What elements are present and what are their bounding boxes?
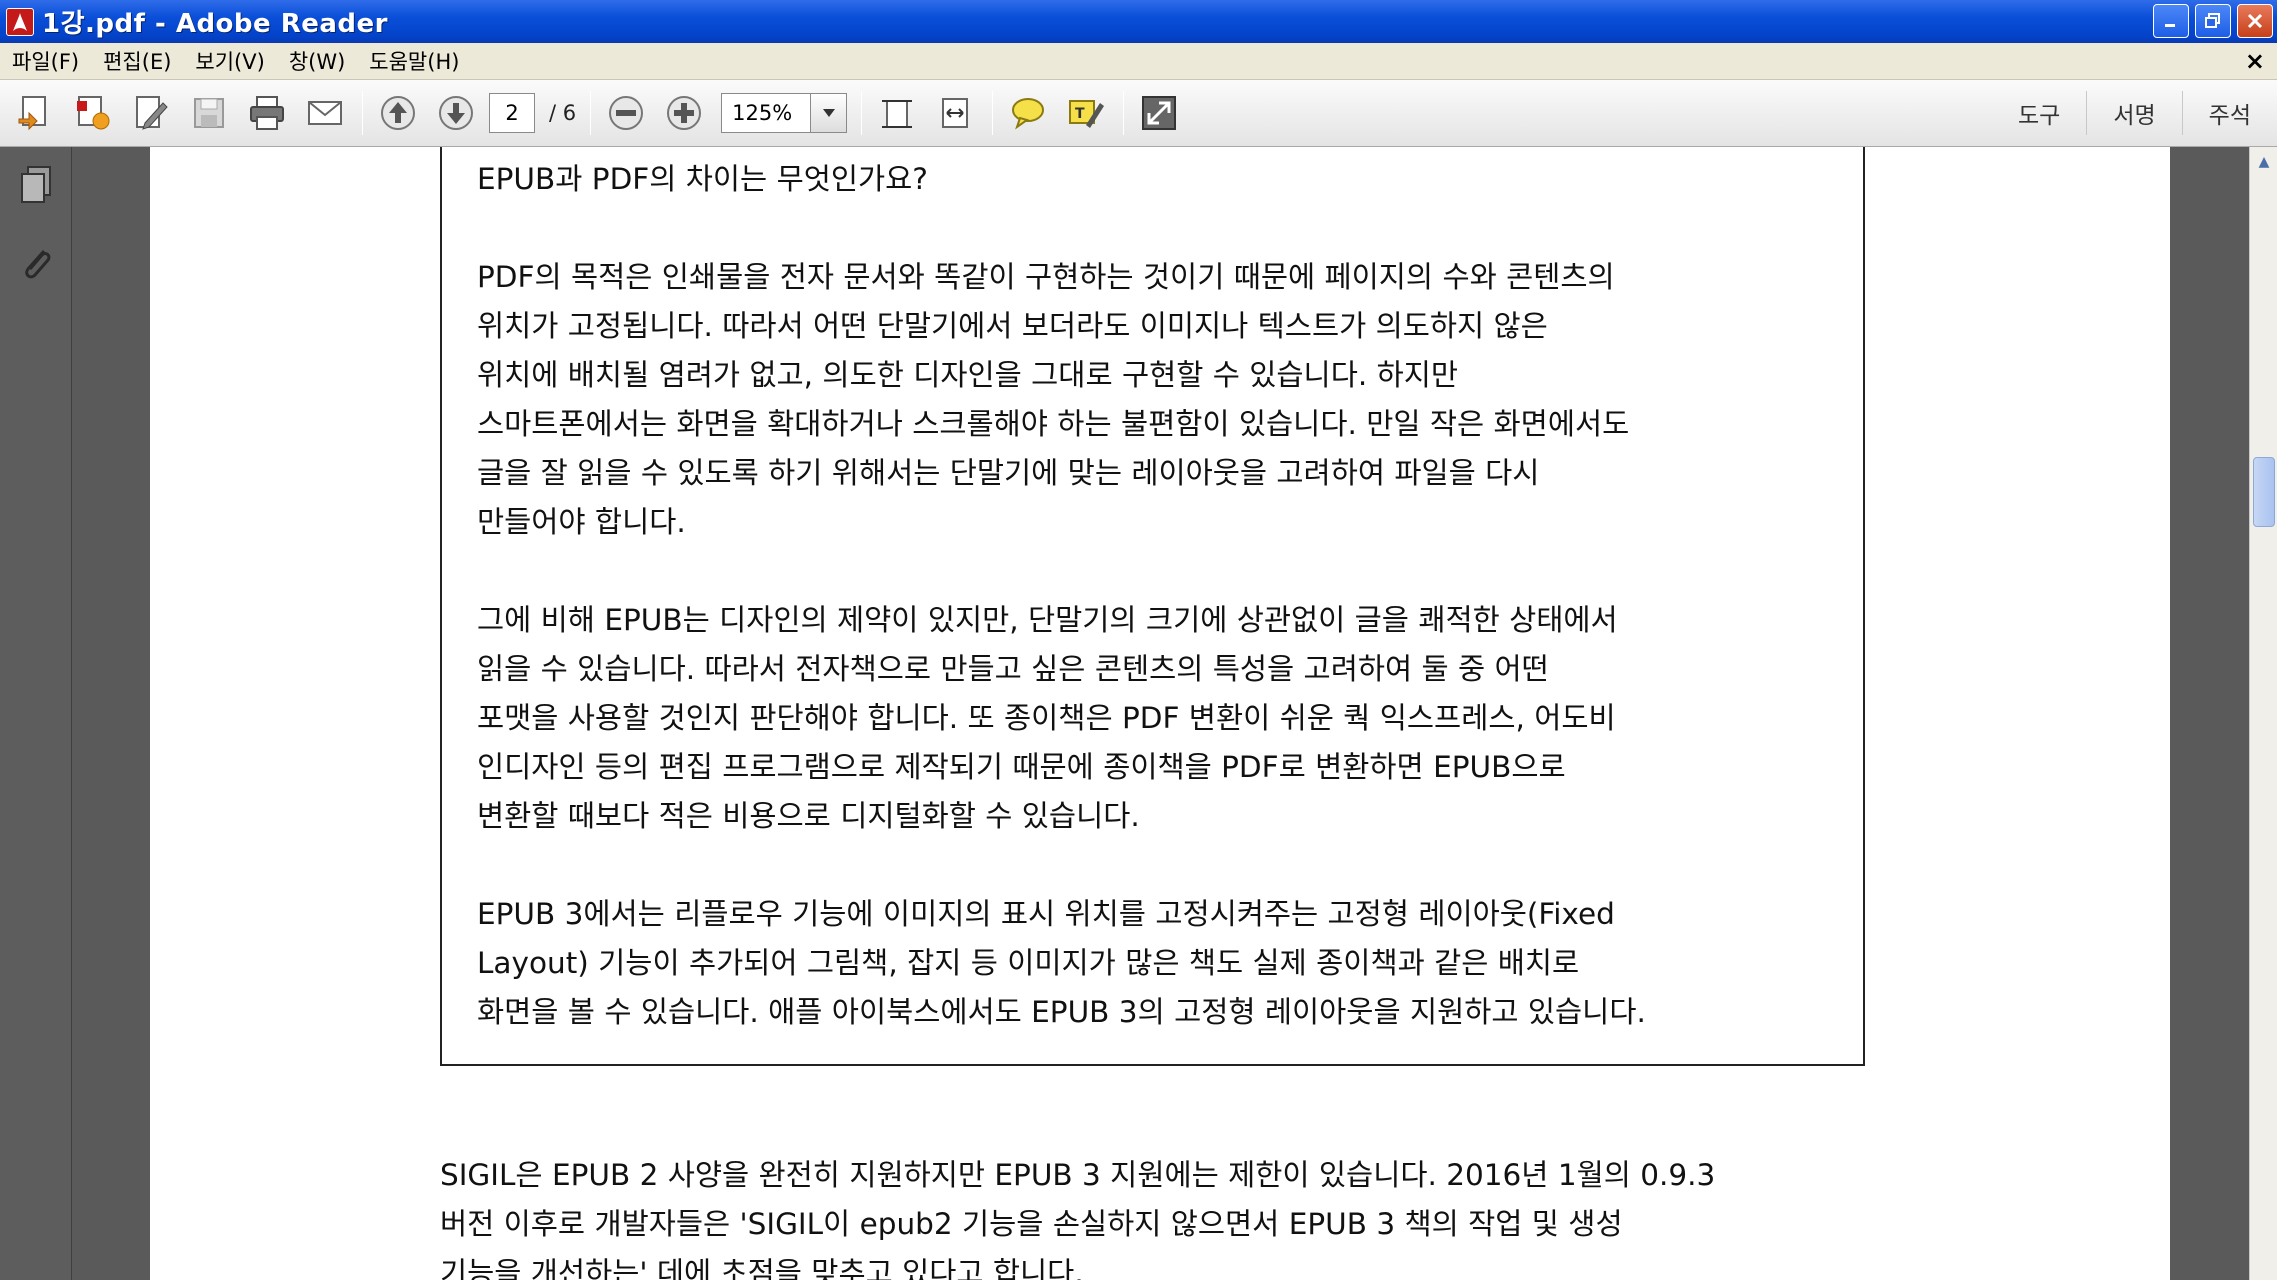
box-paragraph-line: 그에 비해 EPUB는 디자인의 제약이 있지만, 단말기의 크기에 상관없이 … [477,603,1618,637]
box-paragraph-line: 위치가 고정됩니다. 따라서 어떤 단말기에서 보더라도 이미지나 텍스트가 의… [477,309,1548,343]
box-paragraph-line: Layout) 기능이 추가되어 그림책, 잡지 등 이미지가 많은 책도 실제… [477,946,1580,980]
close-button[interactable] [2237,4,2273,38]
pdf-page: EPUB과 PDF의 차이는 무엇인가요? PDF의 목적은 인쇄물을 전자 문… [150,147,2170,1280]
toolbar-separator [1123,91,1125,135]
zoom-input[interactable]: 125% [721,93,812,133]
body-paragraph-line: SIGIL은 EPUB 2 사양을 완전히 지원하지만 EPUB 3 지원에는 … [440,1158,1716,1192]
box-paragraph-line: 만들어야 합니다. [477,505,686,539]
toolbar-separator [992,91,994,135]
restore-button[interactable] [2195,4,2231,38]
print-icon[interactable] [244,90,290,136]
toolbar-separator [362,91,363,135]
navigation-panel [0,147,72,1280]
menu-view[interactable]: 보기(V) [195,46,264,76]
body-paragraph-line: 기능을 개선하는' 데에 초점을 맞추고 있다고 합니다. [440,1256,1084,1280]
pdf-app-icon[interactable] [6,7,34,36]
svg-text:T: T [1075,106,1085,122]
save-icon[interactable] [186,90,232,136]
fit-page-icon[interactable] [874,90,920,136]
menu-bar: 파일(F) 편집(E) 보기(V) 창(W) 도움말(H) × [0,43,2277,80]
document-close-icon[interactable]: × [2245,47,2265,75]
previous-page-icon[interactable] [375,90,421,136]
page-thumbnails-icon[interactable] [16,163,56,207]
toolbar-separator [590,91,592,135]
highlight-icon[interactable]: T [1063,90,1109,136]
box-paragraph-line: 인디자인 등의 편집 프로그램으로 제작되기 때문에 종이책을 PDF로 변환하… [477,750,1566,784]
menu-edit[interactable]: 편집(E) [103,46,171,76]
edit-pdf-button[interactable] [128,90,174,136]
menu-file[interactable]: 파일(F) [12,46,79,76]
box-paragraph-line: 위치에 배치될 염려가 없고, 의도한 디자인을 그대로 구현할 수 있습니다.… [477,358,1459,392]
zoom-in-icon[interactable] [661,90,707,136]
box-paragraph-line: 스마트폰에서는 화면을 확대하거나 스크롤해야 하는 불편함이 있습니다. 만일… [477,407,1630,441]
box-paragraph-line: EPUB 3에서는 리플로우 기능에 이미지의 표시 위치를 고정시켜주는 고정… [477,897,1615,931]
export-pdf-button[interactable] [70,90,116,136]
comment-pane-button[interactable]: 주석 [2181,91,2277,135]
zoom-out-icon[interactable] [603,90,649,136]
fit-width-icon[interactable] [932,90,978,136]
toolbar: 2 / 6 125% T 도구 서명 주석 [0,80,2277,147]
email-icon[interactable] [302,90,348,136]
attachments-icon[interactable] [16,241,56,285]
box-paragraph-line: 변환할 때보다 적은 비용으로 디지털화할 수 있습니다. [477,799,1140,833]
box-paragraph-line: 읽을 수 있습니다. 따라서 전자책으로 만들고 싶은 콘텐츠의 특성을 고려하… [477,652,1549,686]
box-heading: EPUB과 PDF의 차이는 무엇인가요? [477,162,928,196]
zoom-dropdown-icon[interactable] [811,93,848,133]
sign-pane-button[interactable]: 서명 [2086,91,2181,135]
create-pdf-button[interactable] [12,90,58,136]
box-paragraph-line: 화면을 볼 수 있습니다. 애플 아이북스에서도 EPUB 3의 고정형 레이아… [477,995,1646,1029]
window-title: 1강.pdf - Adobe Reader [42,9,388,39]
scrollbar-thumb[interactable] [2253,457,2275,527]
vertical-scrollbar[interactable]: ▲ [2249,147,2277,1280]
toolbar-separator [861,91,863,135]
document-view[interactable]: EPUB과 PDF의 차이는 무엇인가요? PDF의 목적은 인쇄물을 전자 문… [72,147,2249,1280]
menu-help[interactable]: 도움말(H) [369,46,459,76]
minimize-button[interactable] [2153,4,2189,38]
next-page-icon[interactable] [433,90,479,136]
box-paragraph-line: PDF의 목적은 인쇄물을 전자 문서와 똑같이 구현하는 것이기 때문에 페이… [477,260,1615,294]
page-total: / 6 [549,101,577,125]
title-bar: 1강.pdf - Adobe Reader [0,0,2277,43]
box-paragraph-line: 글을 잘 읽을 수 있도록 하기 위해서는 단말기에 맞는 레이아웃을 고려하여… [477,456,1540,490]
page-number-input[interactable]: 2 [489,93,535,133]
scroll-up-arrow-icon[interactable]: ▲ [2253,151,2275,173]
full-screen-icon[interactable] [1136,90,1182,136]
menu-window[interactable]: 창(W) [289,46,345,76]
comment-icon[interactable] [1005,90,1051,136]
tools-pane-button[interactable]: 도구 [1992,91,2086,135]
box-paragraph-line: 포맷을 사용할 것인지 판단해야 합니다. 또 종이책은 PDF 변환이 쉬운 … [477,701,1616,735]
body-paragraph-line: 버전 이후로 개발자들은 'SIGIL이 epub2 기능을 손실하지 않으면서… [440,1207,1623,1241]
